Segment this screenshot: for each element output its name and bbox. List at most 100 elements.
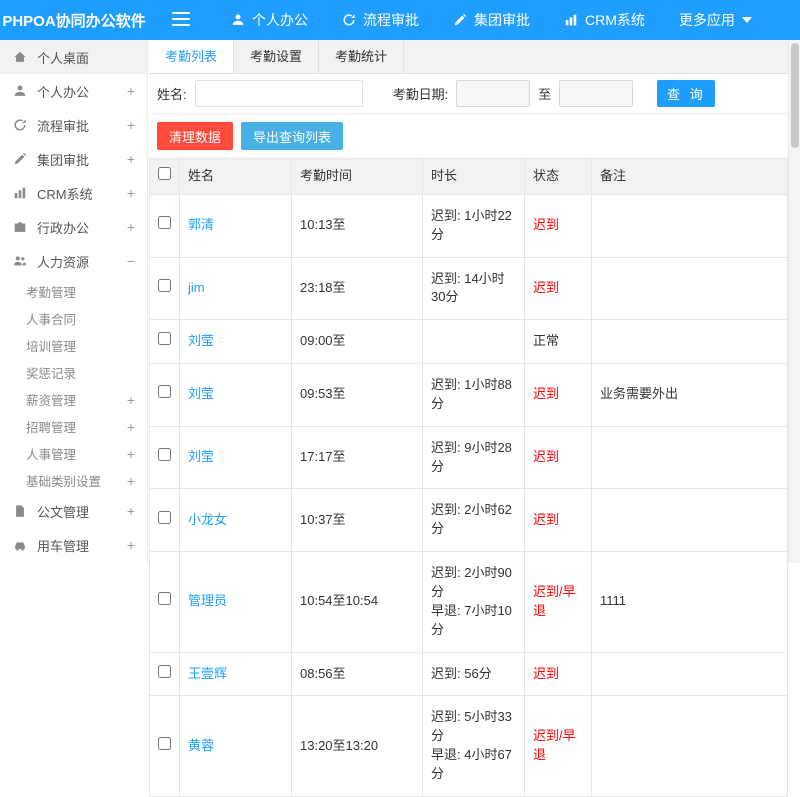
status-cell: 正常 [524, 319, 592, 365]
sidebar-item-admin-office[interactable]: 行政办公 + [0, 210, 147, 244]
duration-cell: 迟到: 56分 [422, 651, 525, 697]
sidebar-subitem-rewards[interactable]: 奖惩记录 [0, 359, 147, 386]
sidebar-subitem-training[interactable]: 培训管理 [0, 332, 147, 359]
duration-cell: 迟到: 9小时28分 [422, 425, 525, 490]
tab-attendance-settings[interactable]: 考勤设置 [234, 40, 320, 73]
expand-icon[interactable]: + [127, 447, 135, 461]
table-row: 小龙女 10:37至 迟到: 2小时62分 迟到 [149, 488, 788, 553]
sidebar-subitem-label: 薪资管理 [26, 394, 77, 408]
sidebar-item-documents[interactable]: 公文管理 + [0, 494, 147, 528]
sidebar-item-hr[interactable]: 人力资源 − [0, 244, 147, 278]
expand-icon[interactable]: + [127, 504, 135, 518]
sidebar-item-workflow[interactable]: 流程审批 + [0, 108, 147, 142]
filter-bar: 姓名: 考勤日期: 至 查 询 [149, 74, 788, 114]
employee-name-link[interactable]: 小龙女 [188, 512, 227, 527]
sidebar-subitem-recruitment[interactable]: 招聘管理 + [0, 413, 147, 440]
employee-name-link[interactable]: 管理员 [188, 593, 227, 608]
row-checkbox[interactable] [158, 592, 171, 606]
status-cell: 迟到 [524, 651, 592, 697]
expand-icon[interactable]: + [127, 152, 135, 166]
main-content: 考勤列表 考勤设置 考勤统计 姓名: 考勤日期: 至 查 询 清理数据 导出查询… [149, 40, 788, 797]
sidebar-subitem-category-settings[interactable]: 基础类别设置 + [0, 467, 147, 494]
duration-line: 迟到: 2小时62分 [431, 502, 512, 537]
table-row: 刘莹 09:53至 迟到: 1小时88分 迟到 业务需要外出 [149, 363, 788, 427]
top-header: PHPOA协同办公软件 个人办公 流程审批 集团审批 CRM系统 更多应用 [0, 0, 800, 40]
sidebar-item-personal-office[interactable]: 个人办公 + [0, 74, 147, 108]
clear-data-button[interactable]: 清理数据 [157, 122, 234, 150]
row-checkbox[interactable] [158, 385, 171, 399]
export-list-button[interactable]: 导出查询列表 [241, 122, 344, 150]
scrollbar-thumb[interactable] [790, 43, 799, 148]
nav-label: 集团审批 [474, 12, 530, 28]
sidebar-subitem-label: 奖惩记录 [26, 367, 77, 381]
employee-name-link[interactable]: 黄蓉 [188, 738, 214, 753]
user-icon [13, 84, 29, 98]
date-to-label: 至 [538, 87, 552, 102]
nav-personal-office[interactable]: 个人办公 [214, 0, 325, 40]
row-checkbox[interactable] [158, 278, 171, 292]
table-header-row: 姓名 考勤时间 时长 状态 备注 [149, 158, 788, 195]
workflow-icon [13, 118, 29, 132]
employee-name-link[interactable]: jim [188, 280, 205, 295]
vertical-scrollbar[interactable] [788, 40, 800, 563]
sidebar-item-crm[interactable]: CRM系统 + [0, 176, 147, 210]
action-bar: 清理数据 导出查询列表 [149, 114, 788, 158]
row-checkbox[interactable] [158, 448, 171, 462]
sidebar-subitem-label: 人事管理 [26, 448, 77, 462]
tab-attendance-list[interactable]: 考勤列表 [149, 40, 235, 73]
sidebar-subitem-label: 人事合同 [26, 313, 77, 327]
date-to-input[interactable] [559, 80, 634, 107]
nav-more-apps[interactable]: 更多应用 [662, 0, 769, 40]
search-button[interactable]: 查 询 [657, 80, 716, 107]
edit-icon [453, 13, 467, 27]
duration-line: 迟到: 5小时33分 [431, 709, 512, 744]
nav-label: 个人办公 [252, 12, 308, 28]
table-row: 郭清 10:13至 迟到: 1小时22分 迟到 [149, 193, 788, 258]
nav-workflow-approval[interactable]: 流程审批 [325, 0, 436, 40]
expand-icon[interactable]: + [127, 420, 135, 434]
edit-icon [13, 152, 29, 166]
row-checkbox[interactable] [158, 736, 171, 750]
name-filter-input[interactable] [194, 80, 363, 107]
sidebar-item-group-approval[interactable]: 集团审批 + [0, 142, 147, 176]
row-checkbox[interactable] [158, 332, 171, 346]
row-checkbox[interactable] [158, 664, 171, 678]
select-all-checkbox[interactable] [158, 167, 171, 180]
employee-name-link[interactable]: 刘莹 [188, 386, 214, 401]
row-checkbox[interactable] [158, 510, 171, 524]
note-cell [591, 488, 788, 553]
employee-name-link[interactable]: 王壹辉 [188, 666, 227, 681]
expand-icon[interactable]: + [127, 186, 135, 200]
expand-icon[interactable]: + [127, 220, 135, 234]
date-from-input[interactable] [456, 80, 531, 107]
sidebar-subitem-salary[interactable]: 薪资管理 + [0, 386, 147, 413]
expand-icon[interactable]: + [127, 118, 135, 132]
expand-icon[interactable]: + [127, 474, 135, 488]
table-row: 管理员 10:54至10:54 迟到: 2小时90分 早退: 7小时10分 迟到… [149, 551, 788, 653]
status-cell: 迟到/早退 [524, 695, 592, 797]
workflow-icon [342, 13, 356, 27]
nav-group-approval[interactable]: 集团审批 [436, 0, 547, 40]
expand-icon[interactable]: + [127, 84, 135, 98]
sidebar-item-label: 用车管理 [37, 538, 90, 554]
row-checkbox[interactable] [158, 216, 171, 230]
expand-icon[interactable]: + [127, 393, 135, 407]
collapse-icon[interactable]: − [127, 254, 135, 268]
employee-name-link[interactable]: 刘莹 [188, 449, 214, 464]
employee-name-link[interactable]: 刘莹 [188, 333, 214, 348]
sidebar-item-vehicle[interactable]: 用车管理 + [0, 528, 147, 562]
attendance-time: 09:53至 [291, 363, 423, 427]
tab-attendance-stats[interactable]: 考勤统计 [319, 40, 405, 73]
sidebar-subitem-attendance[interactable]: 考勤管理 [0, 278, 147, 305]
sidebar-item-label: 个人办公 [37, 84, 90, 100]
sidebar-toggle-button[interactable] [148, 11, 214, 29]
duration-line2: 早退: 7小时10分 [431, 602, 512, 637]
sidebar-item-desktop[interactable]: 个人桌面 [0, 40, 147, 74]
sidebar-subitem-contract[interactable]: 人事合同 [0, 305, 147, 332]
sidebar-subitem-personnel[interactable]: 人事管理 + [0, 440, 147, 467]
table-row: 王壹辉 08:56至 迟到: 56分 迟到 [149, 651, 788, 697]
employee-name-link[interactable]: 郭清 [188, 217, 214, 232]
nav-crm-system[interactable]: CRM系统 [547, 0, 662, 40]
status-cell: 迟到 [524, 193, 592, 258]
expand-icon[interactable]: + [127, 538, 135, 552]
